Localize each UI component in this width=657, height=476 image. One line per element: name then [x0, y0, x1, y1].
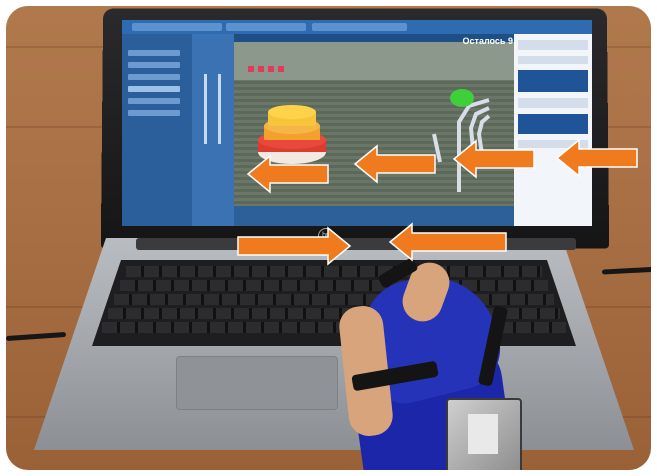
left-arrow-icon	[353, 144, 436, 184]
left-arrow-icon	[237, 226, 352, 266]
left-arrow-icon	[246, 154, 329, 194]
left-arrow-icon	[452, 139, 535, 179]
arrow-overlay	[237, 138, 638, 266]
left-arrow-icon	[555, 138, 638, 178]
photo-frame: Осталось 9 сек hp	[6, 6, 651, 470]
left-arrow-icon	[388, 222, 507, 262]
